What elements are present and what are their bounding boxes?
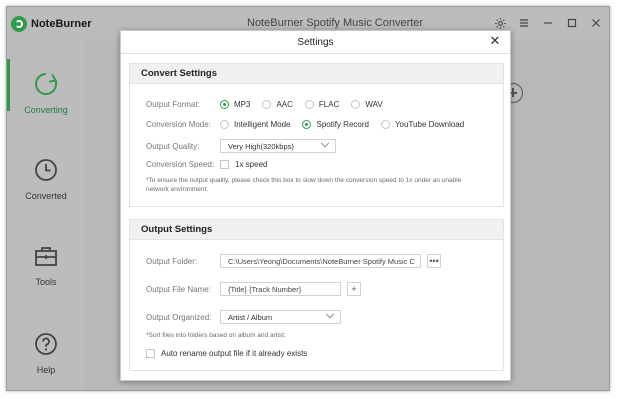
output-organized-row: Output Organized: Artist / Album: [146, 309, 341, 324]
clock-icon: [33, 157, 59, 183]
close-window-icon[interactable]: [589, 17, 603, 31]
window-title: NoteBurner Spotify Music Converter: [247, 17, 424, 29]
output-folder-input[interactable]: C:\Users\Yeong\Documents\NoteBurner Spot…: [220, 254, 421, 268]
chevron-down-icon: [320, 138, 330, 148]
conversion-mode-label: Conversion Mode:: [146, 120, 211, 129]
output-quality-row: Output Quality: Very High(320kbps): [146, 138, 336, 153]
settings-gear-icon[interactable]: [493, 17, 507, 31]
window-controls: [493, 17, 603, 31]
mode-youtube-download-radio[interactable]: YouTube Download: [380, 120, 464, 129]
conversion-speed-row: Conversion Speed: 1x speed: [146, 160, 267, 169]
sidebar-item-converting[interactable]: Converting: [7, 59, 85, 115]
convert-settings-panel: Convert Settings Output Format: MP3 AAC …: [129, 63, 504, 207]
output-file-name-input[interactable]: {Title} {Track Number}: [220, 282, 341, 296]
format-wav-radio[interactable]: WAV: [351, 100, 383, 109]
toolbox-icon: [33, 243, 59, 269]
output-file-name-row: Output File Name: {Title} {Track Number}…: [146, 282, 361, 296]
mode-spotify-record-radio[interactable]: Spotify Record: [302, 120, 369, 129]
sidebar-item-tools[interactable]: Tools: [7, 243, 85, 287]
auto-rename-checkbox[interactable]: [146, 349, 155, 358]
speed-note: *To ensure the output quality, please ch…: [146, 177, 462, 193]
sidebar-item-label: Help: [36, 365, 56, 375]
format-mp3-radio[interactable]: MP3: [220, 100, 250, 109]
output-quality-select[interactable]: Very High(320kbps): [220, 138, 336, 153]
format-flac-radio[interactable]: FLAC: [304, 100, 339, 109]
settings-dialog: Settings ✕ Convert Settings Output Forma…: [120, 30, 511, 381]
output-folder-label: Output Folder:: [146, 256, 198, 266]
sidebar: Converting Converted Tools Help: [7, 41, 85, 390]
menu-icon[interactable]: [517, 17, 531, 31]
output-settings-heading: Output Settings: [130, 220, 503, 240]
output-format-row: Output Format: MP3 AAC FLAC WAV: [146, 100, 395, 109]
output-file-name-label: Output File Name:: [146, 284, 211, 294]
mode-intelligent-radio[interactable]: Intelligent Mode: [220, 120, 290, 129]
sidebar-item-label: Converting: [24, 105, 68, 115]
close-dialog-icon[interactable]: ✕: [488, 34, 502, 48]
sidebar-item-label: Converted: [25, 191, 67, 201]
output-folder-row: Output Folder: C:\Users\Yeong\Documents\…: [146, 254, 441, 268]
output-quality-label: Output Quality:: [146, 141, 200, 151]
help-icon: [33, 331, 59, 357]
sidebar-item-converted[interactable]: Converted: [7, 157, 85, 201]
output-settings-panel: Output Settings Output Folder: C:\Users\…: [129, 219, 504, 371]
sidebar-item-label: Tools: [35, 277, 57, 287]
convert-settings-heading: Convert Settings: [130, 64, 503, 84]
app-window: NoteBurner NoteBurner Spotify Music Conv…: [6, 6, 610, 391]
speed-1x-checkbox[interactable]: [220, 160, 229, 169]
auto-rename-row: Auto rename output file if it already ex…: [146, 349, 307, 358]
noteburner-logo-icon: [11, 16, 27, 32]
output-organized-label: Output Organized:: [146, 312, 212, 322]
speed-1x-label: 1x speed: [235, 160, 268, 169]
output-organized-select[interactable]: Artist / Album: [220, 309, 341, 324]
dialog-title: Settings: [297, 37, 334, 48]
maximize-icon[interactable]: [565, 17, 579, 31]
organized-note: *Sort files into folders based on album …: [146, 332, 286, 339]
dialog-header: Settings ✕: [121, 31, 510, 54]
conversion-mode-row: Conversion Mode: Intelligent Mode Spotif…: [146, 120, 476, 129]
browse-folder-button[interactable]: •••: [427, 254, 441, 268]
brand: NoteBurner: [11, 16, 92, 32]
auto-rename-label: Auto rename output file if it already ex…: [161, 349, 308, 358]
add-tag-button[interactable]: +: [347, 282, 361, 296]
sidebar-item-help[interactable]: Help: [7, 331, 85, 375]
conversion-speed-label: Conversion Speed:: [146, 160, 215, 169]
brand-name: NoteBurner: [31, 18, 92, 30]
chevron-down-icon: [325, 309, 335, 319]
minimize-icon[interactable]: [541, 17, 555, 31]
format-aac-radio[interactable]: AAC: [262, 100, 293, 109]
output-format-label: Output Format:: [146, 100, 200, 109]
converting-icon: [33, 71, 59, 97]
